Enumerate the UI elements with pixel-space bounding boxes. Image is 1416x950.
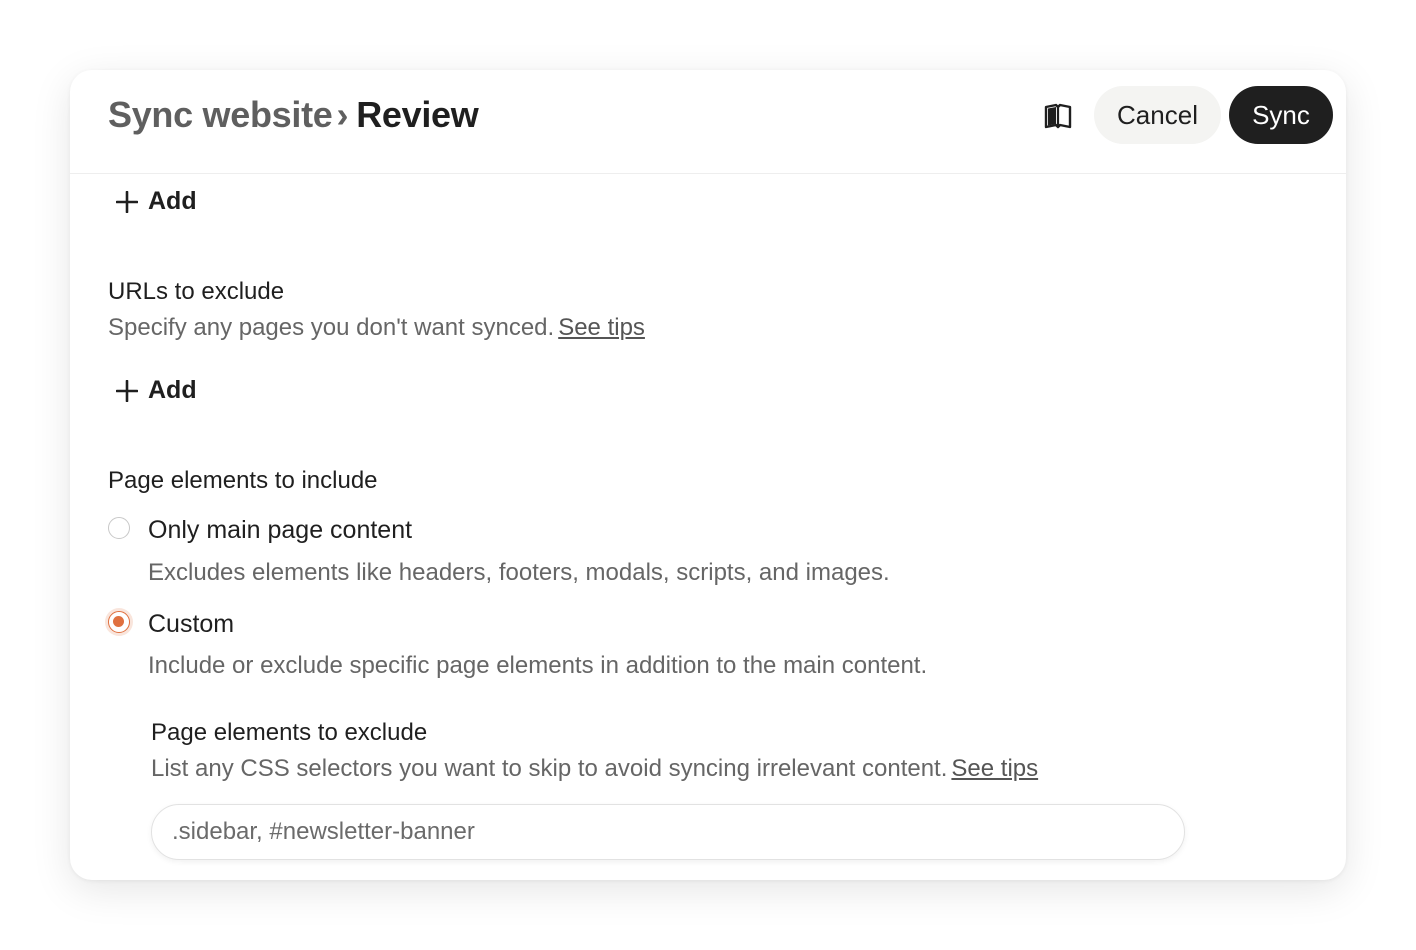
exclude-elements-description-text: List any CSS selectors you want to skip … <box>151 755 948 782</box>
plus-icon <box>116 379 138 402</box>
breadcrumb-separator: › <box>336 94 349 135</box>
radio-custom[interactable] <box>108 611 130 633</box>
breadcrumb-current: Review <box>356 94 479 135</box>
dialog-header: Sync website › Review Cancel Sync <box>70 70 1346 174</box>
css-selectors-input[interactable] <box>151 804 1185 860</box>
radio-only-main-content[interactable] <box>108 517 130 539</box>
option-label-custom[interactable]: Custom <box>148 610 234 639</box>
sync-website-dialog: Sync website › Review Cancel Sync Add URLs… <box>70 70 1346 880</box>
option-label-only-main-content[interactable]: Only main page content <box>148 516 412 545</box>
book-open-icon <box>1044 103 1072 129</box>
exclude-urls-title: URLs to exclude <box>108 278 285 305</box>
see-tips-link[interactable]: See tips <box>951 755 1038 782</box>
add-include-url-button[interactable]: Add <box>116 187 197 216</box>
add-exclude-url-button[interactable]: Add <box>116 376 197 405</box>
add-label: Add <box>148 376 197 404</box>
plus-icon <box>116 190 138 213</box>
page-elements-title: Page elements to include <box>108 467 378 494</box>
documentation-button[interactable] <box>1038 98 1078 134</box>
see-tips-link[interactable]: See tips <box>558 314 645 341</box>
sync-button[interactable]: Sync <box>1229 86 1333 144</box>
exclude-urls-description: Specify any pages you don't want synced.… <box>108 314 645 342</box>
breadcrumb: Sync website › Review <box>108 94 479 136</box>
exclude-urls-description-text: Specify any pages you don't want synced. <box>108 314 555 341</box>
option-description-custom: Include or exclude specific page element… <box>148 652 928 679</box>
option-description-only-main-content: Excludes elements like headers, footers,… <box>148 559 890 586</box>
breadcrumb-parent[interactable]: Sync website <box>108 94 333 135</box>
cancel-button[interactable]: Cancel <box>1094 86 1221 144</box>
add-label: Add <box>148 187 197 215</box>
exclude-elements-description: List any CSS selectors you want to skip … <box>151 755 1038 783</box>
exclude-elements-title: Page elements to exclude <box>151 719 428 746</box>
